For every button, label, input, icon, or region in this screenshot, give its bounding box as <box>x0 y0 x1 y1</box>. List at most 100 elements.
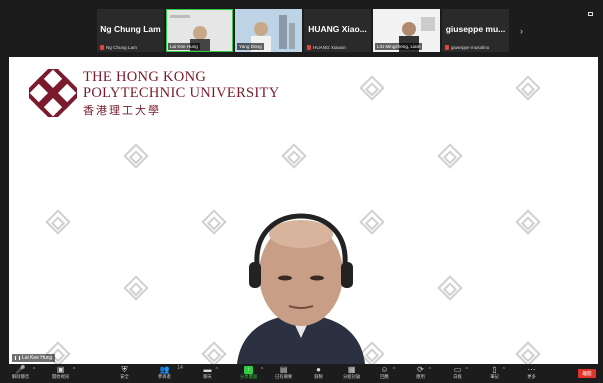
chevron-up-icon[interactable]: ^ <box>503 368 505 373</box>
watermark-icon <box>437 143 463 169</box>
breakout-rooms-icon: ▦ <box>347 365 356 374</box>
polyu-wordmark: The Hong Kong Polytechnic University 香港理… <box>83 69 279 118</box>
participant-subname-text: Ng Chung Lam <box>106 45 137 50</box>
shield-icon: ⛨ <box>121 365 128 374</box>
participant-subname-text: giuseppe musolino <box>451 45 490 50</box>
chat-icon: ▬ <box>203 365 212 374</box>
video-button[interactable]: ▣ 開始視訊 ^ <box>52 365 75 380</box>
video-label: 開始視訊 <box>52 374 70 379</box>
mute-label: 解除靜音 <box>12 374 30 379</box>
mic-icon: 🎤 <box>15 365 26 374</box>
chevron-up-icon[interactable]: ^ <box>429 368 431 373</box>
chevron-up-icon[interactable]: ^ <box>393 368 395 373</box>
zoom-meeting-window: Ng Chung Lam Ng Chung Lam Lai Kee Hung Y… <box>0 0 603 383</box>
notes-label: 筆記 <box>490 374 499 379</box>
record-label: 錄製 <box>314 374 323 379</box>
participant-video-label: Yang Dong <box>237 43 264 50</box>
security-button[interactable]: ⛨ 安全 <box>120 365 129 380</box>
apps-icon: ⟳ <box>417 365 424 374</box>
participant-tile-lai-kee-hung[interactable]: Lai Kee Hung <box>166 9 233 52</box>
chevron-up-icon[interactable]: ^ <box>216 368 218 373</box>
security-label: 安全 <box>120 374 129 379</box>
share-screen-label: 分享畫面 <box>240 374 258 379</box>
muted-mic-icon <box>445 45 449 50</box>
meeting-toolbar: 🎤 解除靜音 ^ ▣ 開始視訊 ^ ⛨ 安全 👥 參與者 14 ▬ 聊天 ^ ↑… <box>0 364 603 383</box>
chat-button[interactable]: ▬ 聊天 ^ <box>203 365 218 380</box>
polyu-emblem-icon <box>29 69 77 117</box>
watermark-icon <box>515 341 541 364</box>
grid-view-icon <box>588 12 593 16</box>
whiteboard-icon: ▭ <box>453 365 462 374</box>
logo-line-3: 香港理工大學 <box>83 104 161 117</box>
chevron-up-icon[interactable]: ^ <box>73 368 75 373</box>
chevron-up-icon[interactable]: ^ <box>33 368 35 373</box>
mute-button[interactable]: 🎤 解除靜音 ^ <box>12 365 35 380</box>
record-button[interactable]: ● 錄製 <box>314 365 323 380</box>
whiteboard-button[interactable]: ▭ 白板 ^ <box>453 365 468 380</box>
participant-tile-ng-chung-lam[interactable]: Ng Chung Lam Ng Chung Lam <box>97 9 164 52</box>
record-icon: ● <box>316 365 321 374</box>
participant-gallery-strip: Ng Chung Lam Ng Chung Lam Lai Kee Hung Y… <box>97 9 509 52</box>
summary-button[interactable]: ▤ 已有摘要 <box>275 365 293 380</box>
participant-video-label: LIU Mingzheng, Liam <box>375 43 423 50</box>
logo-line-1: The Hong Kong <box>83 69 207 85</box>
participants-icon: 👥 <box>159 365 170 374</box>
participant-tile-liu-mingzheng[interactable]: LIU Mingzheng, Liam <box>373 9 440 52</box>
logo-line-2: Polytechnic University <box>83 85 280 101</box>
speaker-video <box>237 213 365 364</box>
participant-video-label: Lai Kee Hung <box>168 43 200 50</box>
participant-name: giuseppe mu... <box>445 24 506 34</box>
more-icon: ⋯ <box>527 365 536 374</box>
more-button[interactable]: ⋯ 更多 <box>527 365 536 380</box>
video-camera-icon: ▣ <box>56 365 65 374</box>
share-screen-button[interactable]: ↑ 分享畫面 ^ <box>240 366 263 379</box>
apps-label: 應用 <box>416 374 425 379</box>
chat-label: 聊天 <box>203 374 212 379</box>
shared-screen: The Hong Kong Polytechnic University 香港理… <box>9 57 598 364</box>
watermark-icon <box>123 143 149 169</box>
participants-button[interactable]: 👥 參與者 14 <box>158 365 183 380</box>
apps-button[interactable]: ⟳ 應用 ^ <box>416 365 431 380</box>
participants-label: 參與者 <box>158 374 171 379</box>
participant-tile-huang-xiaoxin[interactable]: HUANG Xiao... HUANG Xiaoxin <box>304 9 371 52</box>
active-speaker-name: Lai Kee Hung <box>22 355 53 361</box>
participant-tile-yang-dong[interactable]: Yang Dong <box>235 9 302 52</box>
watermark-icon <box>201 341 227 364</box>
gallery-next-button[interactable]: › <box>520 26 523 36</box>
notes-icon: ▯ <box>492 365 497 374</box>
participant-name: Ng Chung Lam <box>100 24 161 34</box>
watermark-icon <box>437 275 463 301</box>
breakout-rooms-button[interactable]: ▦ 分組討論 <box>343 365 361 380</box>
participant-tile-giuseppe-musolino[interactable]: giuseppe mu... giuseppe musolino <box>442 9 509 52</box>
participant-subname: Ng Chung Lam <box>100 45 137 50</box>
whiteboard-label: 白板 <box>453 374 462 379</box>
participant-count: 14 <box>177 365 183 371</box>
reactions-button[interactable]: ☺ 回應 ^ <box>380 365 395 380</box>
participant-subname: HUANG Xiaoxin <box>307 45 346 50</box>
share-screen-icon: ↑ <box>244 366 254 374</box>
summary-icon: ▤ <box>279 365 288 374</box>
breakout-rooms-label: 分組討論 <box>343 374 361 379</box>
signal-icon <box>15 356 20 360</box>
reactions-label: 回應 <box>380 374 389 379</box>
watermark-icon <box>281 143 307 169</box>
watermark-icon <box>45 209 71 235</box>
active-speaker-label: Lai Kee Hung <box>12 354 56 362</box>
leave-meeting-button[interactable]: 離開 <box>578 369 596 378</box>
polyu-logo: The Hong Kong Polytechnic University 香港理… <box>29 69 279 118</box>
muted-mic-icon <box>100 45 104 50</box>
chevron-up-icon[interactable]: ^ <box>466 368 468 373</box>
participant-name: HUANG Xiao... <box>308 24 367 34</box>
participant-subname-text: HUANG Xiaoxin <box>313 45 346 50</box>
watermark-icon <box>123 275 149 301</box>
watermark-icon <box>515 75 541 101</box>
chevron-up-icon[interactable]: ^ <box>261 368 263 373</box>
watermark-icon <box>515 209 541 235</box>
view-toggle-button[interactable] <box>588 12 595 16</box>
summary-label: 已有摘要 <box>275 374 293 379</box>
watermark-icon <box>201 209 227 235</box>
reactions-icon: ☺ <box>380 365 389 374</box>
watermark-icon <box>359 75 385 101</box>
muted-mic-icon <box>307 45 311 50</box>
notes-button[interactable]: ▯ 筆記 ^ <box>490 365 505 380</box>
